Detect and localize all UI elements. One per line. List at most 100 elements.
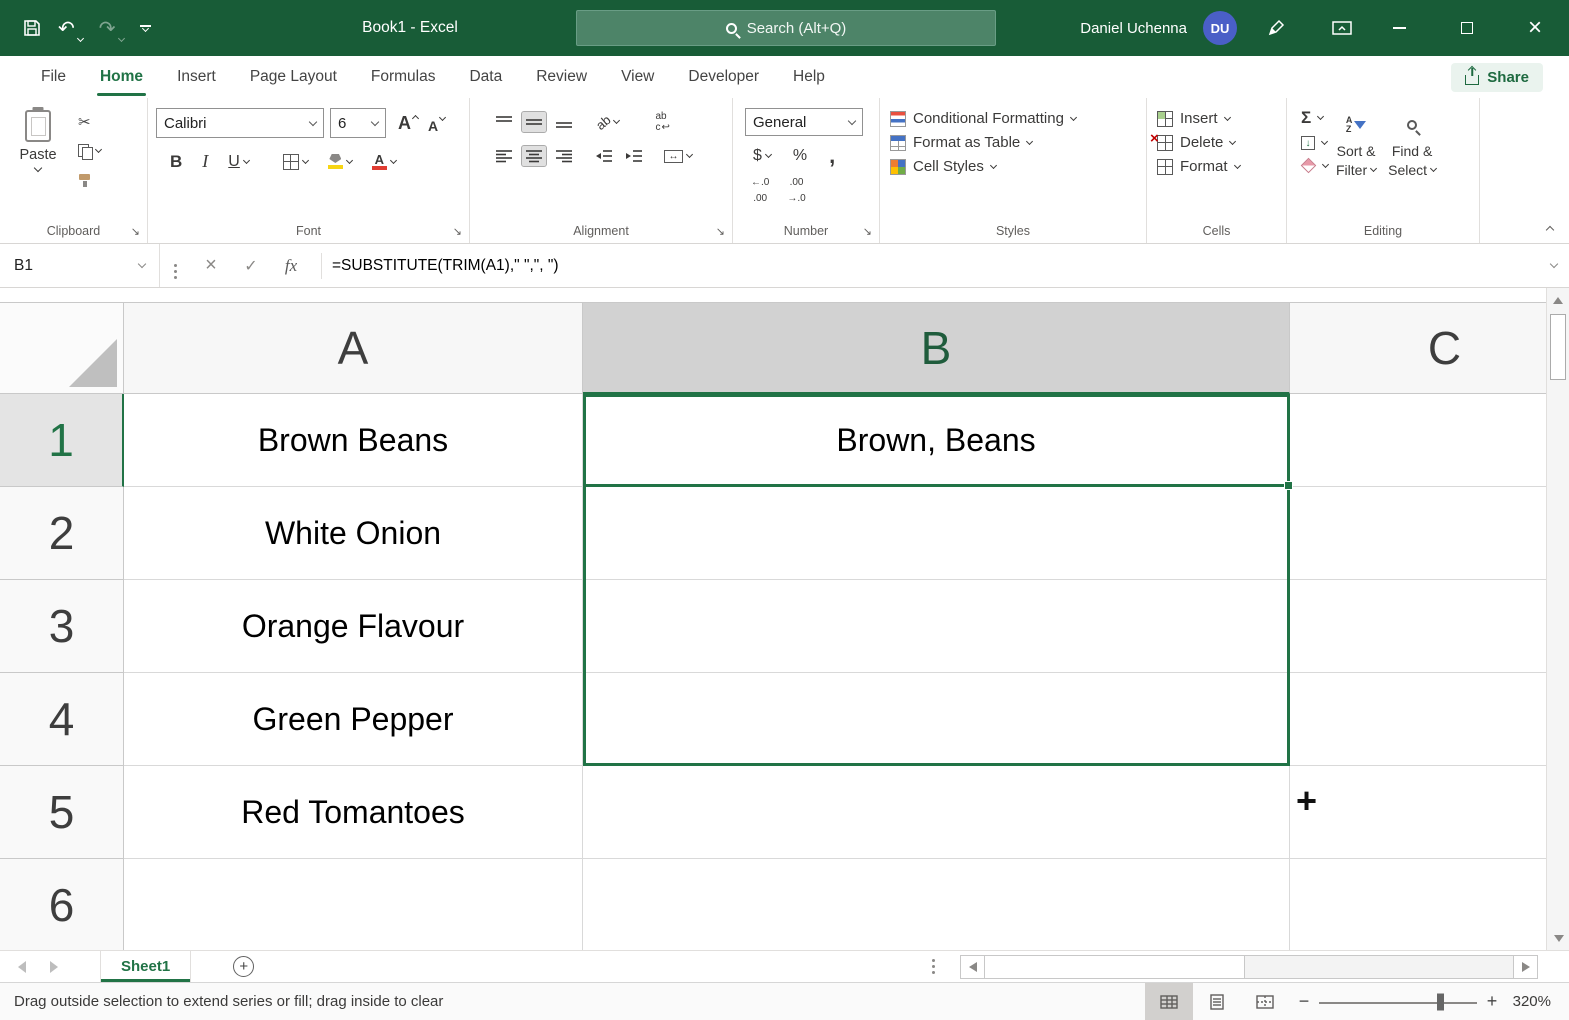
name-box[interactable]: B1 — [0, 244, 160, 287]
zoom-slider-thumb[interactable] — [1437, 993, 1444, 1010]
avatar[interactable]: DU — [1203, 11, 1237, 45]
tab-file[interactable]: File — [24, 56, 83, 98]
horizontal-scrollbar-thumb[interactable] — [985, 956, 1245, 978]
tab-insert[interactable]: Insert — [160, 56, 233, 98]
maximize-button[interactable] — [1433, 0, 1501, 56]
number-dialog-launcher[interactable] — [863, 225, 872, 238]
cell-c5[interactable] — [1290, 766, 1546, 859]
italic-button[interactable]: I — [198, 148, 212, 175]
font-dialog-launcher[interactable] — [453, 225, 462, 238]
cut-button[interactable] — [78, 112, 101, 132]
decrease-indent-button[interactable] — [592, 146, 616, 166]
tab-review[interactable]: Review — [519, 56, 604, 98]
autosum-button[interactable]: Σ — [1301, 108, 1328, 128]
scroll-left-button[interactable] — [961, 956, 985, 978]
cell-b3[interactable] — [583, 580, 1290, 673]
column-header-c[interactable]: C — [1290, 302, 1546, 394]
page-break-preview-button[interactable] — [1241, 983, 1289, 1020]
zoom-slider[interactable] — [1319, 983, 1477, 1020]
center-button[interactable] — [522, 146, 546, 166]
select-all-corner[interactable] — [0, 302, 124, 394]
row-header-2[interactable]: 2 — [0, 487, 124, 580]
cell-c1[interactable] — [1290, 394, 1546, 487]
cell-b1[interactable]: Brown, Beans — [583, 394, 1290, 487]
tab-data[interactable]: Data — [452, 56, 519, 98]
cell-styles-button[interactable]: Cell Styles — [890, 158, 1136, 175]
cell-a1[interactable]: Brown Beans — [124, 394, 583, 487]
format-painter-button[interactable] — [78, 170, 101, 190]
new-sheet-button[interactable] — [233, 956, 254, 977]
cell-b6[interactable] — [583, 859, 1290, 950]
scroll-down-button[interactable] — [1547, 926, 1569, 950]
tab-view[interactable]: View — [604, 56, 671, 98]
close-button[interactable] — [1501, 0, 1569, 56]
fill-handle[interactable] — [1284, 481, 1293, 490]
orientation-button[interactable]: ab — [592, 112, 623, 133]
cell-c2[interactable] — [1290, 487, 1546, 580]
increase-decimal-button[interactable]: ←.0.00 — [747, 174, 773, 207]
wrap-text-button[interactable]: abc — [651, 108, 673, 136]
copy-button[interactable] — [78, 141, 101, 161]
font-family-select[interactable]: Calibri — [156, 108, 324, 138]
cell-a3[interactable]: Orange Flavour — [124, 580, 583, 673]
find-select-button[interactable]: Find & Select — [1382, 106, 1442, 217]
cell-c3[interactable] — [1290, 580, 1546, 673]
decrease-font-size-button[interactable]: A — [428, 118, 445, 134]
cell-a2[interactable]: White Onion — [124, 487, 583, 580]
cell-a5[interactable]: Red Tomantoes — [124, 766, 583, 859]
formula-input[interactable]: =SUBSTITUTE(TRIM(A1)," ",", ") — [332, 257, 1551, 275]
number-format-select[interactable]: General — [745, 108, 863, 136]
vertical-scrollbar[interactable] — [1546, 288, 1569, 950]
cell-b5[interactable] — [583, 766, 1290, 859]
page-layout-view-button[interactable] — [1193, 983, 1241, 1020]
clear-button[interactable] — [1301, 158, 1328, 173]
search-box[interactable]: Search (Alt+Q) — [576, 10, 996, 46]
cell-a6[interactable] — [124, 859, 583, 950]
horizontal-scrollbar-track[interactable] — [985, 956, 1513, 978]
cancel-button[interactable] — [191, 244, 231, 287]
increase-indent-button[interactable] — [622, 146, 646, 166]
tab-developer[interactable]: Developer — [671, 56, 776, 98]
horizontal-scrollbar[interactable] — [960, 955, 1538, 979]
formula-bar-grip[interactable] — [174, 264, 177, 267]
insert-cells-button[interactable]: Insert — [1157, 110, 1276, 127]
increase-font-size-button[interactable]: A — [398, 113, 418, 134]
row-header-5[interactable]: 5 — [0, 766, 124, 859]
minimize-button[interactable] — [1365, 0, 1433, 56]
paste-button[interactable]: Paste — [6, 106, 70, 190]
percent-style-button[interactable]: % — [789, 144, 811, 168]
tab-bar-splitter[interactable] — [932, 959, 935, 962]
align-right-button[interactable] — [552, 146, 576, 166]
underline-button[interactable]: U — [224, 150, 253, 174]
cell-b2[interactable] — [583, 487, 1290, 580]
zoom-in-button[interactable]: + — [1477, 991, 1507, 1012]
collapse-ribbon-button[interactable] — [1546, 226, 1554, 234]
conditional-formatting-button[interactable]: Conditional Formatting — [890, 110, 1136, 127]
tab-home[interactable]: Home — [83, 56, 160, 98]
tab-help[interactable]: Help — [776, 56, 842, 98]
borders-button[interactable] — [279, 151, 312, 173]
sort-filter-button[interactable]: AZ Sort & Filter — [1330, 106, 1382, 217]
row-header-3[interactable]: 3 — [0, 580, 124, 673]
format-as-table-button[interactable]: Format as Table — [890, 134, 1136, 151]
user-name[interactable]: Daniel Uchenna — [1080, 20, 1187, 37]
row-header-4[interactable]: 4 — [0, 673, 124, 766]
alignment-dialog-launcher[interactable] — [716, 225, 725, 238]
cell-b4[interactable] — [583, 673, 1290, 766]
align-top-button[interactable] — [492, 112, 516, 132]
cell-c6[interactable] — [1290, 859, 1546, 950]
previous-sheet-button[interactable] — [18, 961, 26, 973]
accounting-format-button[interactable]: $ — [749, 144, 775, 168]
cell-c4[interactable] — [1290, 673, 1546, 766]
align-left-button[interactable] — [492, 146, 516, 166]
ribbon-display-options-button[interactable] — [1319, 0, 1365, 56]
ink-pen-button[interactable] — [1253, 0, 1299, 56]
font-color-button[interactable]: A — [368, 150, 400, 173]
zoom-level[interactable]: 320% — [1507, 993, 1569, 1010]
format-cells-button[interactable]: Format — [1157, 158, 1276, 175]
column-header-a[interactable]: A — [124, 302, 583, 394]
font-size-select[interactable]: 6 — [330, 108, 386, 138]
vertical-scrollbar-thumb[interactable] — [1550, 314, 1566, 380]
tab-page-layout[interactable]: Page Layout — [233, 56, 354, 98]
comma-style-button[interactable]: , — [825, 148, 839, 164]
